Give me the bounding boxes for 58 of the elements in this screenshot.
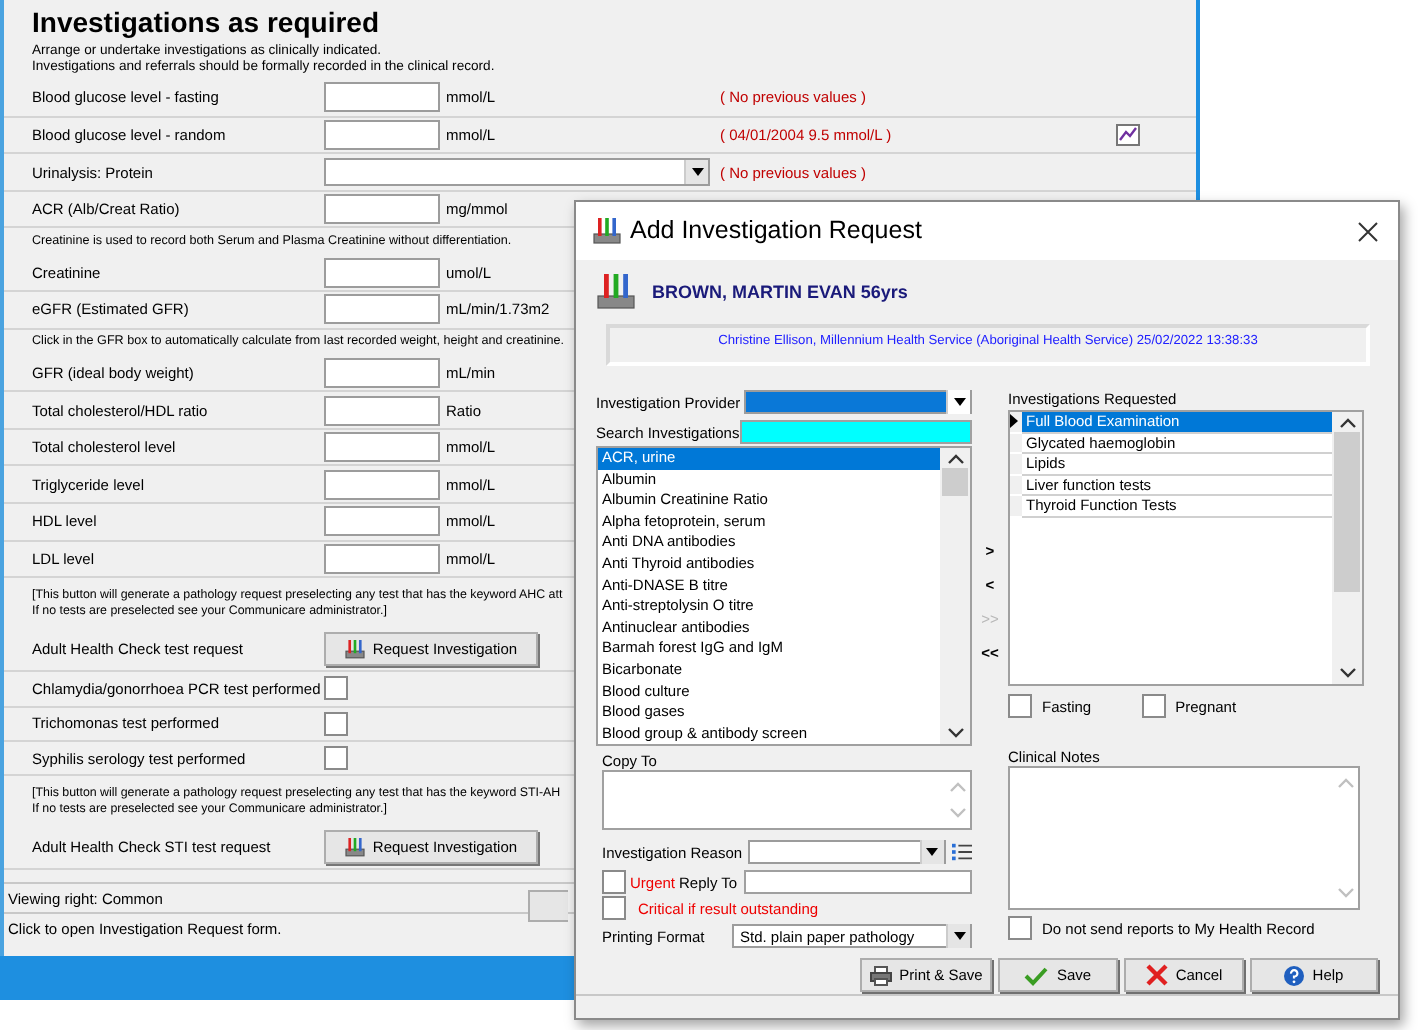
reason-dropdown[interactable] <box>748 840 946 864</box>
search-field[interactable] <box>739 420 972 444</box>
value-field[interactable] <box>324 294 440 325</box>
test-tube-rack-icon <box>344 638 367 661</box>
critical-checkbox[interactable] <box>602 896 626 920</box>
scroll-up-icon <box>1338 778 1354 788</box>
value-field[interactable] <box>324 506 440 537</box>
fasting-checkbox[interactable] <box>1008 694 1032 718</box>
scroll-up-icon <box>947 454 963 464</box>
dropdown-arrow-icon <box>926 848 939 856</box>
close-icon <box>1358 221 1378 241</box>
help-icon <box>1284 965 1305 985</box>
value-field[interactable] <box>324 194 440 225</box>
reply-to-field[interactable] <box>743 870 972 894</box>
value-field[interactable] <box>324 120 440 150</box>
value-field[interactable] <box>324 82 440 113</box>
close-icon <box>1145 964 1168 986</box>
checkbox[interactable] <box>324 746 348 771</box>
checkbox[interactable] <box>324 711 348 736</box>
urgent-checkbox[interactable] <box>602 870 626 894</box>
row-header[interactable] <box>1010 412 1022 434</box>
value-field[interactable] <box>324 357 440 388</box>
clinical-notes-field[interactable] <box>1008 766 1360 910</box>
value-field[interactable] <box>324 432 440 463</box>
provider-dropdown[interactable] <box>744 390 972 414</box>
scroll-down-icon <box>950 808 966 818</box>
dropdown-arrow-icon <box>691 168 703 177</box>
scrollbar[interactable] <box>1332 412 1362 684</box>
scroll-thumb[interactable] <box>942 468 968 496</box>
test-tube-rack-icon <box>596 272 636 312</box>
status-button[interactable] <box>528 890 568 923</box>
printer-icon <box>869 965 892 985</box>
check-icon <box>1024 965 1049 985</box>
scroll-thumb[interactable] <box>1334 432 1360 592</box>
dialog-title: Add Investigation Request <box>630 216 922 246</box>
mhr-checkbox[interactable] <box>1008 916 1032 940</box>
pregnant-checkbox[interactable] <box>1141 694 1166 718</box>
patient-name: BROWN, MARTIN EVAN 56yrs <box>652 281 908 303</box>
value-field[interactable] <box>324 469 440 500</box>
test-tube-rack-icon <box>592 216 622 246</box>
value-field[interactable] <box>324 543 440 574</box>
checkbox[interactable] <box>324 676 348 701</box>
scroll-up-icon <box>950 782 966 792</box>
value-field[interactable] <box>324 257 440 288</box>
copy-to-field[interactable] <box>602 770 972 830</box>
list-icon <box>951 842 972 862</box>
scroll-up-icon <box>1339 418 1355 428</box>
scroll-down-icon <box>1338 888 1354 898</box>
protein-dropdown[interactable] <box>324 158 710 187</box>
dropdown-arrow-icon <box>953 932 965 940</box>
value-field[interactable] <box>324 395 440 426</box>
scroll-down-icon <box>1339 668 1355 678</box>
row-pointer-icon <box>1010 414 1018 429</box>
dropdown-arrow-icon <box>953 398 965 406</box>
scroll-down-icon <box>947 728 963 738</box>
scrollbar[interactable] <box>940 448 970 744</box>
test-tube-rack-icon <box>344 836 367 859</box>
form-title: Investigations as required <box>30 4 381 40</box>
